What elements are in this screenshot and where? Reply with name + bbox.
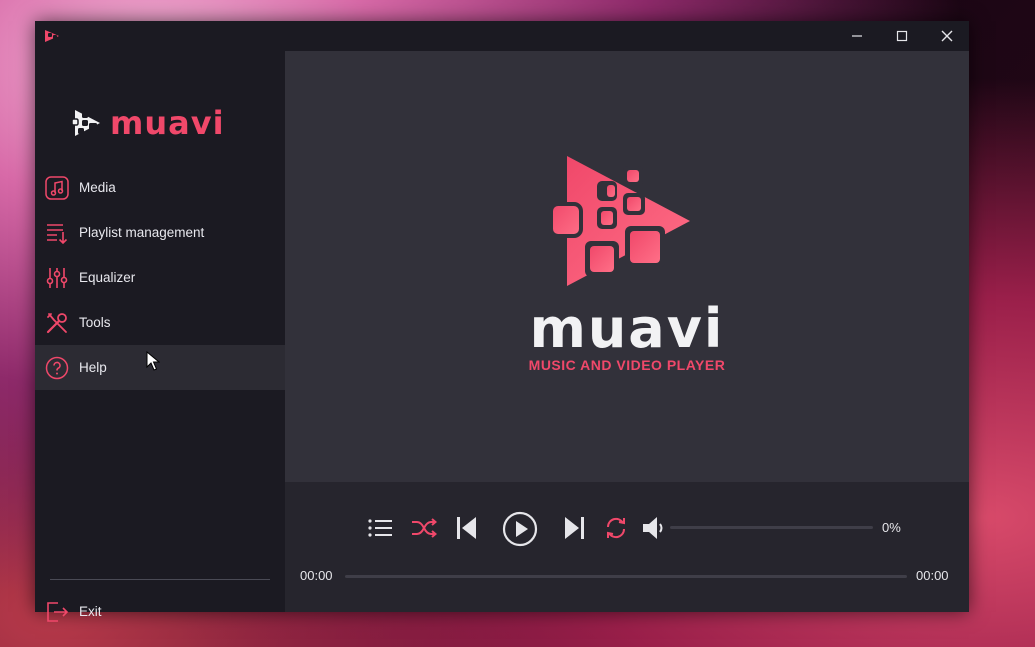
equalizer-icon <box>44 265 70 291</box>
hero-app-name: muavi <box>529 297 725 360</box>
sidebar-item-label: Equalizer <box>79 270 136 285</box>
music-note-icon <box>44 175 70 201</box>
exit-icon <box>44 599 70 625</box>
media-display-area[interactable]: muavi MUSIC AND VIDEO PLAYER <box>285 51 969 482</box>
close-button[interactable] <box>924 21 969 51</box>
shuffle-icon <box>412 518 437 538</box>
muavi-logo-icon <box>71 110 100 136</box>
sidebar-item-label: Playlist management <box>79 225 205 240</box>
mouse-cursor-icon <box>146 351 160 371</box>
title-bar <box>35 21 969 51</box>
skip-previous-icon <box>457 517 476 539</box>
time-total: 00:00 <box>916 568 949 583</box>
app-logo-icon <box>45 30 59 42</box>
sidebar-item-equalizer[interactable]: Equalizer <box>35 255 285 300</box>
repeat-button[interactable] <box>601 513 631 543</box>
repeat-icon <box>606 517 626 539</box>
tools-icon <box>44 310 70 336</box>
help-icon <box>44 355 70 381</box>
brand-name: muavi <box>110 104 225 142</box>
player-controls: 0% 00:00 00:00 <box>285 482 969 612</box>
brand-logo: muavi <box>70 104 225 142</box>
list-icon <box>368 519 392 537</box>
sidebar-item-label: Tools <box>79 315 111 330</box>
time-current: 00:00 <box>300 568 333 583</box>
shuffle-button[interactable] <box>409 513 439 543</box>
minimize-button[interactable] <box>834 21 879 51</box>
playlist-icon <box>44 220 70 246</box>
app-window: muavi Media Playlist management Equalize… <box>35 21 969 622</box>
maximize-icon <box>896 30 907 42</box>
close-icon <box>941 30 952 42</box>
sidebar-item-media[interactable]: Media <box>35 165 285 210</box>
volume-icon <box>643 517 663 539</box>
volume-slider[interactable] <box>670 526 873 529</box>
sidebar-item-label: Media <box>79 180 116 195</box>
sidebar-divider <box>50 579 270 580</box>
previous-button[interactable] <box>451 513 481 543</box>
sidebar-item-tools[interactable]: Tools <box>35 300 285 345</box>
muavi-hero-logo-icon <box>549 156 690 286</box>
sidebar: muavi Media Playlist management Equalize… <box>35 51 285 622</box>
exit-label: Exit <box>79 604 102 619</box>
volume-percent: 0% <box>882 520 901 535</box>
play-button[interactable] <box>500 509 540 549</box>
maximize-button[interactable] <box>879 21 924 51</box>
playlist-button[interactable] <box>365 513 395 543</box>
sidebar-item-playlist-management[interactable]: Playlist management <box>35 210 285 255</box>
exit-button[interactable]: Exit <box>35 589 285 634</box>
skip-next-icon <box>565 517 584 539</box>
hero-tagline: MUSIC AND VIDEO PLAYER <box>528 357 726 373</box>
sidebar-item-help[interactable]: Help <box>35 345 285 390</box>
volume-button[interactable] <box>639 513 669 543</box>
seek-bar[interactable] <box>345 575 907 578</box>
play-icon <box>502 511 538 547</box>
minimize-icon <box>851 35 862 37</box>
sidebar-item-label: Help <box>79 360 107 375</box>
next-button[interactable] <box>560 513 590 543</box>
